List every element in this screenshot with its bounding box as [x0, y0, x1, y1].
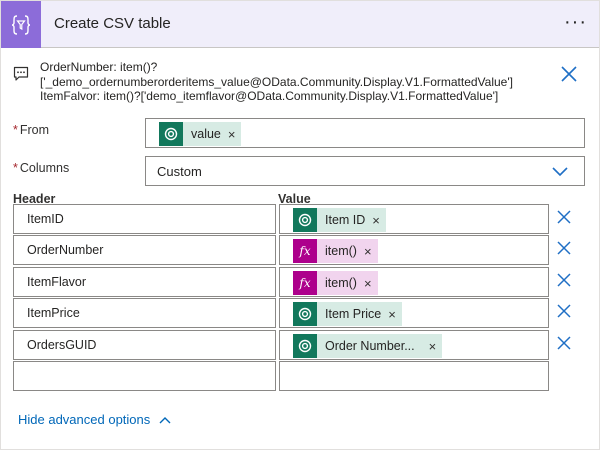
- columns-selected-value: Custom: [157, 164, 202, 179]
- token-label: value: [191, 127, 221, 141]
- header-text: ItemPrice: [27, 306, 80, 320]
- close-comment-icon[interactable]: [560, 65, 578, 83]
- from-label: * From: [13, 123, 49, 137]
- expression-token[interactable]: fx item() ×: [293, 239, 378, 263]
- header-text: ItemFlavor: [27, 275, 87, 289]
- columns-dropdown[interactable]: Custom: [145, 156, 585, 186]
- dataverse-icon: [159, 122, 183, 146]
- required-mark: *: [13, 123, 18, 137]
- header-field[interactable]: ItemID: [13, 204, 276, 234]
- action-header[interactable]: Create CSV table ···: [1, 1, 599, 48]
- token-label: Order Number...: [325, 339, 415, 353]
- header-text: OrderNumber: [27, 243, 104, 257]
- action-icon-box: [1, 1, 41, 48]
- action-title: Create CSV table: [54, 15, 171, 32]
- chevron-down-icon: [552, 167, 568, 177]
- advanced-options-label: Hide advanced options: [18, 412, 151, 427]
- columns-label: * Columns: [13, 161, 69, 175]
- remove-token-icon[interactable]: ×: [388, 307, 396, 322]
- value-field[interactable]: fx item() ×: [279, 267, 549, 297]
- delete-row-icon[interactable]: [556, 240, 572, 256]
- from-label-text: From: [19, 123, 50, 137]
- hide-advanced-options-link[interactable]: Hide advanced options: [18, 412, 172, 427]
- value-field[interactable]: fx item() ×: [279, 235, 549, 265]
- token-label: item(): [325, 276, 357, 290]
- more-options-icon[interactable]: ···: [564, 11, 587, 34]
- delete-row-icon[interactable]: [556, 303, 572, 319]
- header-field[interactable]: ItemPrice: [13, 298, 276, 328]
- header-field-empty[interactable]: [13, 361, 276, 391]
- remove-token-icon[interactable]: ×: [364, 276, 372, 291]
- comment-line: ['_demo_ordernumberorderitems_value@ODat…: [40, 74, 513, 89]
- dynamic-content-token[interactable]: Item Price ×: [293, 302, 402, 326]
- header-text: OrdersGUID: [27, 338, 97, 352]
- header-text: ItemID: [27, 212, 64, 226]
- token-label: Item ID: [325, 213, 366, 227]
- comment-icon: [13, 66, 29, 81]
- header-field[interactable]: OrderNumber: [13, 235, 276, 265]
- value-field[interactable]: Item Price ×: [279, 298, 549, 328]
- remove-token-icon[interactable]: ×: [228, 127, 236, 142]
- value-field[interactable]: Item ID ×: [279, 204, 549, 234]
- function-icon: fx: [293, 271, 317, 295]
- comment-line: ItemFalvor: item()?['demo_itemflavor@ODa…: [40, 89, 499, 103]
- table-filter-icon: [11, 14, 31, 35]
- value-field-empty[interactable]: [279, 361, 549, 391]
- create-csv-table-card: Create CSV table ··· OrderNumber: item()…: [0, 0, 600, 450]
- dataverse-icon: [293, 334, 317, 358]
- remove-token-icon[interactable]: ×: [364, 244, 372, 259]
- header-field[interactable]: ItemFlavor: [13, 267, 276, 297]
- expression-token[interactable]: fx item() ×: [293, 271, 378, 295]
- remove-token-icon[interactable]: ×: [429, 339, 437, 354]
- delete-row-icon[interactable]: [556, 335, 572, 351]
- remove-token-icon[interactable]: ×: [372, 213, 380, 228]
- comment-line: OrderNumber: item()?: [40, 60, 158, 74]
- delete-row-icon[interactable]: [556, 272, 572, 288]
- dynamic-content-token[interactable]: value ×: [159, 122, 242, 146]
- dataverse-icon: [293, 208, 317, 232]
- function-icon: fx: [293, 239, 317, 263]
- dynamic-content-token[interactable]: Item ID ×: [293, 208, 386, 232]
- required-mark: *: [13, 161, 18, 175]
- value-field[interactable]: Order Number... ×: [279, 330, 549, 360]
- dataverse-icon: [293, 302, 317, 326]
- delete-row-icon[interactable]: [556, 209, 572, 225]
- columns-label-text: Columns: [19, 161, 70, 175]
- action-comment[interactable]: OrderNumber: item()? ['_demo_ordernumber…: [40, 60, 560, 104]
- header-field[interactable]: OrdersGUID: [13, 330, 276, 360]
- chevron-up-icon: [159, 416, 171, 423]
- from-input[interactable]: value ×: [145, 118, 585, 148]
- token-label: item(): [325, 244, 357, 258]
- token-label: Item Price: [325, 307, 382, 321]
- dynamic-content-token[interactable]: Order Number... ×: [293, 334, 443, 358]
